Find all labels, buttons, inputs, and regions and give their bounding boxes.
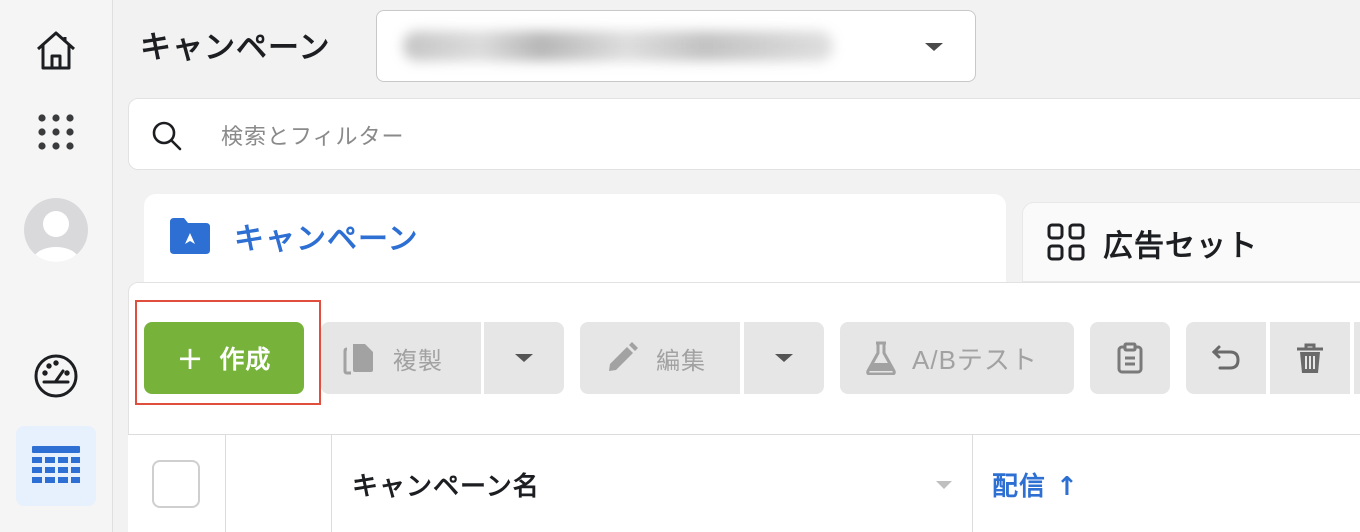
clipboard-button[interactable] xyxy=(1090,322,1170,394)
flask-icon xyxy=(866,341,896,375)
sort-icon[interactable] xyxy=(936,481,952,489)
ab-test-button[interactable]: A/Bテスト xyxy=(840,322,1074,394)
home-icon[interactable] xyxy=(24,18,88,82)
edit-button-label: 編集 xyxy=(656,346,706,375)
chevron-down-icon xyxy=(515,354,533,362)
account-name-redacted xyxy=(403,31,833,61)
select-all-checkbox[interactable] xyxy=(152,460,200,508)
edit-dropdown-button[interactable] xyxy=(744,322,824,394)
grid-icon xyxy=(1047,223,1085,261)
clipboard-icon xyxy=(1117,342,1143,374)
apps-grid-icon[interactable] xyxy=(24,100,88,164)
dashboard-gauge-icon[interactable] xyxy=(24,344,88,408)
duplicate-button-label: 複製 xyxy=(393,346,443,375)
tab-campaigns-label: キャンペーン xyxy=(234,222,419,257)
tab-campaigns[interactable]: キャンペーン xyxy=(144,194,1006,294)
search-input[interactable]: 検索とフィルター xyxy=(221,119,405,151)
column-divider xyxy=(331,434,332,532)
column-header-campaign-name[interactable]: キャンペーン名 xyxy=(352,466,540,503)
undo-button[interactable] xyxy=(1186,322,1266,394)
chevron-down-icon xyxy=(775,354,793,362)
page-title: キャンペーン xyxy=(140,30,331,66)
duplicate-button[interactable]: 複製 xyxy=(321,322,481,394)
chevron-down-icon xyxy=(925,43,943,51)
search-filter-bar[interactable]: 検索とフィルター xyxy=(128,98,1360,170)
edit-button[interactable]: 編集 xyxy=(580,322,740,394)
undo-icon xyxy=(1211,345,1240,370)
folder-icon xyxy=(170,218,210,254)
pencil-icon xyxy=(609,342,638,371)
ab-test-button-label: A/Bテスト xyxy=(912,344,1038,375)
duplicate-icon xyxy=(343,344,373,375)
duplicate-dropdown-button[interactable] xyxy=(484,322,564,394)
ads-manager-table-icon[interactable] xyxy=(16,426,96,506)
tab-ad-sets[interactable]: 広告セット xyxy=(1022,202,1360,282)
column-header-delivery[interactable]: 配信 ↑ xyxy=(992,466,1079,503)
account-select[interactable] xyxy=(376,10,976,82)
more-button[interactable] xyxy=(1354,322,1360,394)
left-nav-rail xyxy=(0,0,113,532)
column-divider xyxy=(972,434,973,532)
table-header xyxy=(128,434,1360,532)
create-button-highlight xyxy=(135,300,321,405)
delete-button[interactable] xyxy=(1270,322,1350,394)
tab-ad-sets-label: 広告セット xyxy=(1103,229,1258,264)
search-icon xyxy=(152,121,182,151)
avatar[interactable] xyxy=(24,198,88,262)
trash-icon xyxy=(1297,343,1323,373)
column-divider xyxy=(225,434,226,532)
